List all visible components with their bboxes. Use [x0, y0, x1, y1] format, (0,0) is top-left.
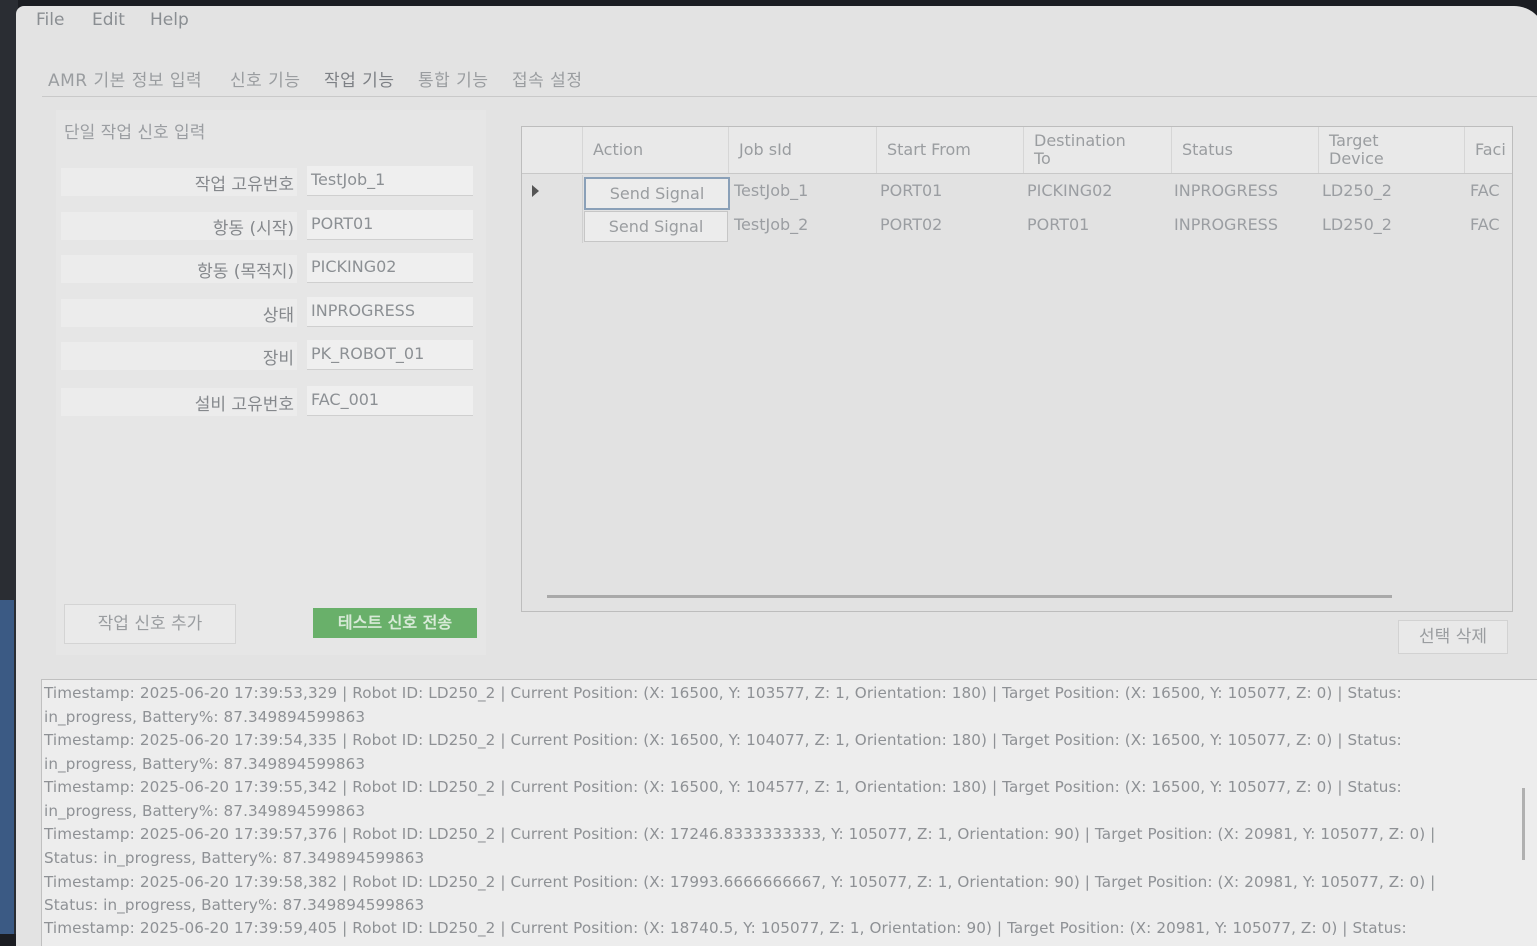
- log-line: in_progress, Battery%: 87.349894599863: [44, 708, 366, 726]
- menu-edit[interactable]: Edit: [92, 10, 125, 30]
- tab-job[interactable]: 작업 기능: [324, 66, 394, 91]
- app-window: File Edit Help AMR 기본 정보 입력 신호 기능 작업 기능 …: [16, 6, 1537, 946]
- col-target-device[interactable]: Target Device: [1318, 127, 1428, 173]
- add-job-signal-button[interactable]: 작업 신호 추가: [64, 604, 236, 644]
- job-id-label: 작업 고유번호: [194, 175, 294, 195]
- log-line: Status: in_progress, Battery%: 87.349894…: [44, 896, 425, 914]
- menu-help[interactable]: Help: [150, 10, 189, 30]
- device-label: 장비: [262, 349, 294, 369]
- cell-job-id: TestJob_1: [734, 181, 809, 200]
- log-line: in_progress, Battery%: 87.349894599863: [44, 802, 366, 820]
- form-row-facility: 설비 고유번호 FAC_001: [61, 386, 476, 418]
- horizontal-scrollbar[interactable]: [547, 595, 1392, 598]
- tab-integration[interactable]: 통합 기능: [418, 66, 488, 91]
- col-destination[interactable]: Destination To: [1023, 127, 1143, 173]
- facility-field[interactable]: FAC_001: [307, 386, 473, 416]
- cell-status: INPROGRESS: [1174, 181, 1278, 200]
- cell-status: INPROGRESS: [1174, 215, 1278, 234]
- log-line: Timestamp: 2025-06-20 17:39:57,376 | Rob…: [44, 825, 1436, 843]
- form-row-destination: 항동 (목적지) PICKING02: [61, 253, 476, 285]
- form-row-start: 항동 (시작) PORT01: [61, 210, 476, 242]
- col-job-id[interactable]: Job sId: [728, 127, 876, 173]
- table-row[interactable]: Send Signal TestJob_1 PORT01 PICKING02 I…: [522, 175, 1512, 210]
- form-group-title: 단일 작업 신호 입력: [64, 123, 206, 143]
- col-start-from[interactable]: Start From: [876, 127, 1023, 173]
- tab-amr-info[interactable]: AMR 기본 정보 입력: [48, 66, 202, 91]
- status-label: 상태: [262, 306, 294, 326]
- delete-selected-button[interactable]: 선택 삭제: [1398, 620, 1508, 654]
- log-line: Status: in_progress, Battery%: 87.349894…: [44, 849, 425, 867]
- label-box: [61, 342, 297, 370]
- send-test-signal-button[interactable]: 테스트 신호 전송: [313, 608, 477, 638]
- cell-destination: PICKING02: [1027, 181, 1113, 200]
- start-field[interactable]: PORT01: [307, 210, 473, 240]
- status-field[interactable]: INPROGRESS: [307, 297, 473, 327]
- send-signal-button[interactable]: Send Signal: [584, 177, 730, 210]
- destination-field[interactable]: PICKING02: [307, 253, 473, 283]
- log-vertical-scrollbar[interactable]: [1522, 788, 1525, 860]
- cell-job-id: TestJob_2: [734, 215, 809, 234]
- cell-target-device: LD250_2: [1322, 181, 1392, 200]
- job-grid: Action Job sId Start From Destination To…: [521, 126, 1513, 612]
- log-textarea[interactable]: Timestamp: 2025-06-20 17:39:53,329 | Rob…: [41, 679, 1537, 946]
- cell-start-from: PORT02: [880, 215, 943, 234]
- device-field[interactable]: PK_ROBOT_01: [307, 340, 473, 370]
- form-row-device: 장비 PK_ROBOT_01: [61, 340, 476, 372]
- log-line: in_progress, Battery%: 87.349894599863: [44, 755, 366, 773]
- label-box: [61, 299, 297, 327]
- cell-facility: FAC: [1470, 181, 1500, 200]
- send-signal-button[interactable]: Send Signal: [584, 211, 728, 242]
- log-line: Timestamp: 2025-06-20 17:39:59,405 | Rob…: [44, 919, 1407, 937]
- log-line: Timestamp: 2025-06-20 17:39:53,329 | Rob…: [44, 684, 1402, 702]
- cell-start-from: PORT01: [880, 181, 943, 200]
- tab-connection[interactable]: 접속 설정: [512, 66, 582, 91]
- grid-header: Action Job sId Start From Destination To…: [522, 127, 1512, 174]
- menu-file[interactable]: File: [36, 10, 64, 30]
- row-header[interactable]: [522, 175, 583, 209]
- col-facility[interactable]: Faci: [1464, 127, 1512, 173]
- start-label: 항동 (시작): [212, 219, 294, 239]
- log-line: Timestamp: 2025-06-20 17:39:55,342 | Rob…: [44, 778, 1402, 796]
- job-id-field[interactable]: TestJob_1: [307, 166, 473, 196]
- current-row-arrow-icon: [532, 185, 539, 197]
- tab-divider: [42, 96, 1537, 97]
- form-row-job-id: 작업 고유번호 TestJob_1: [61, 166, 476, 198]
- col-action[interactable]: Action: [582, 127, 728, 173]
- tab-signal[interactable]: 신호 기능: [230, 66, 300, 91]
- cell-destination: PORT01: [1027, 215, 1090, 234]
- cell-facility: FAC: [1470, 215, 1500, 234]
- facility-label: 설비 고유번호: [194, 395, 294, 415]
- table-row[interactable]: Send Signal TestJob_2 PORT02 PORT01 INPR…: [522, 209, 1512, 243]
- destination-label: 항동 (목적지): [197, 262, 294, 282]
- desktop-taskbar-strip: [0, 600, 14, 934]
- cell-target-device: LD250_2: [1322, 215, 1392, 234]
- col-status[interactable]: Status: [1171, 127, 1318, 173]
- menu-bar: File Edit Help: [16, 6, 1537, 42]
- log-line: Timestamp: 2025-06-20 17:39:54,335 | Rob…: [44, 731, 1402, 749]
- form-row-status: 상태 INPROGRESS: [61, 297, 476, 329]
- row-header[interactable]: [522, 209, 583, 243]
- log-line: Timestamp: 2025-06-20 17:39:58,382 | Rob…: [44, 873, 1436, 891]
